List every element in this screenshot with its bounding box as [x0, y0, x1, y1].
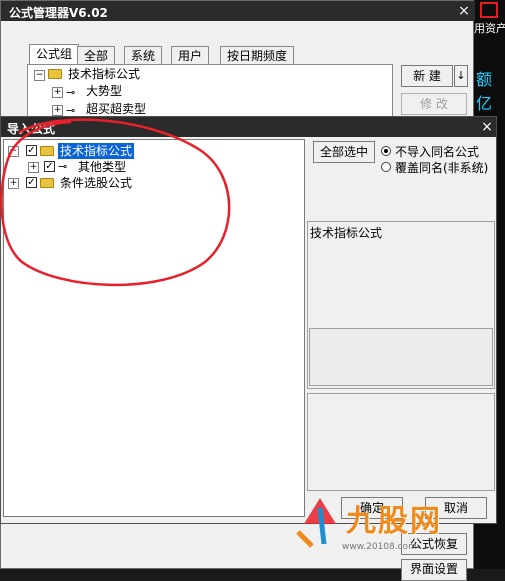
radio-overwrite-duplicates[interactable]: [381, 162, 391, 172]
radio-label-skip-duplicates: 不导入同名公式: [395, 145, 480, 159]
background-text: 亿: [476, 94, 493, 113]
tree-item-stock-selection[interactable]: 条件选股公式: [60, 175, 132, 191]
watermark-brand: 九股网: [346, 504, 442, 539]
tab-formula-group[interactable]: 公式组: [29, 44, 80, 65]
info-label: 技术指标公式: [310, 226, 383, 240]
expand-icon[interactable]: +: [52, 87, 63, 98]
watermark-logo: 九股网 www.20108.com: [290, 488, 460, 558]
import-formula-dialog: 导入公式 × − ✓ 技术指标公式 + ✓ ⊸ 其他类型 + ✓ 条件选股公式 …: [0, 116, 497, 524]
watermark-url: www.20108.com: [342, 542, 417, 552]
folder-icon: [40, 178, 54, 188]
background-text: 用资产: [474, 22, 505, 35]
dialog-title: 导入公式: [7, 122, 56, 136]
radio-label-overwrite-duplicates: 覆盖同名(非系统): [395, 161, 489, 175]
description-panel: [307, 393, 495, 491]
tab-all[interactable]: 全部: [77, 46, 116, 65]
tree-item-market-trend[interactable]: 大势型: [86, 83, 122, 99]
import-tree: − ✓ 技术指标公式 + ✓ ⊸ 其他类型 + ✓ 条件选股公式: [3, 139, 305, 517]
background-text: 额: [476, 70, 493, 89]
info-panel: 技术指标公式: [307, 221, 495, 389]
key-icon: ⊸: [58, 160, 68, 173]
new-button[interactable]: 新 建: [401, 65, 453, 87]
expand-icon[interactable]: −: [34, 70, 45, 81]
expand-icon[interactable]: +: [8, 178, 19, 189]
select-all-button[interactable]: 全部选中: [313, 141, 375, 163]
radio-skip-duplicates[interactable]: [381, 146, 391, 156]
dialog-close-button[interactable]: ×: [479, 119, 495, 135]
expand-icon[interactable]: −: [8, 146, 19, 157]
interface-settings-button[interactable]: 界面设置: [401, 559, 467, 581]
new-dropdown-arrow[interactable]: ↓: [454, 65, 468, 87]
manager-title-bar: 公式管理器V6.02 ×: [1, 1, 475, 21]
tab-system[interactable]: 系统: [124, 46, 163, 65]
checkbox-tech-indicators[interactable]: ✓: [26, 145, 37, 156]
tree-item-overbought-oversold[interactable]: 超买超卖型: [86, 101, 146, 117]
checkbox-stock-selection[interactable]: ✓: [26, 177, 37, 188]
info-subpanel: [309, 328, 493, 386]
key-icon: ⊸: [66, 86, 76, 99]
manager-close-button[interactable]: ×: [456, 3, 472, 19]
tree-item-tech-indicators[interactable]: 技术指标公式: [68, 66, 140, 82]
checkbox-other-types[interactable]: ✓: [44, 161, 55, 172]
folder-icon: [48, 69, 62, 79]
expand-icon[interactable]: +: [28, 162, 39, 173]
dialog-title-bar: 导入公式 ×: [1, 117, 496, 137]
tab-by-date-frequency[interactable]: 按日期频度: [220, 46, 295, 65]
modify-button[interactable]: 修 改: [401, 93, 467, 115]
tree-item-tech-indicators[interactable]: 技术指标公式: [58, 143, 135, 159]
manager-title: 公式管理器V6.02: [9, 6, 108, 20]
background-doc-icon: [480, 2, 498, 18]
tree-item-other-types[interactable]: 其他类型: [78, 159, 126, 175]
folder-icon: [40, 146, 54, 156]
tab-user[interactable]: 用户: [171, 46, 210, 65]
expand-icon[interactable]: +: [52, 105, 63, 116]
